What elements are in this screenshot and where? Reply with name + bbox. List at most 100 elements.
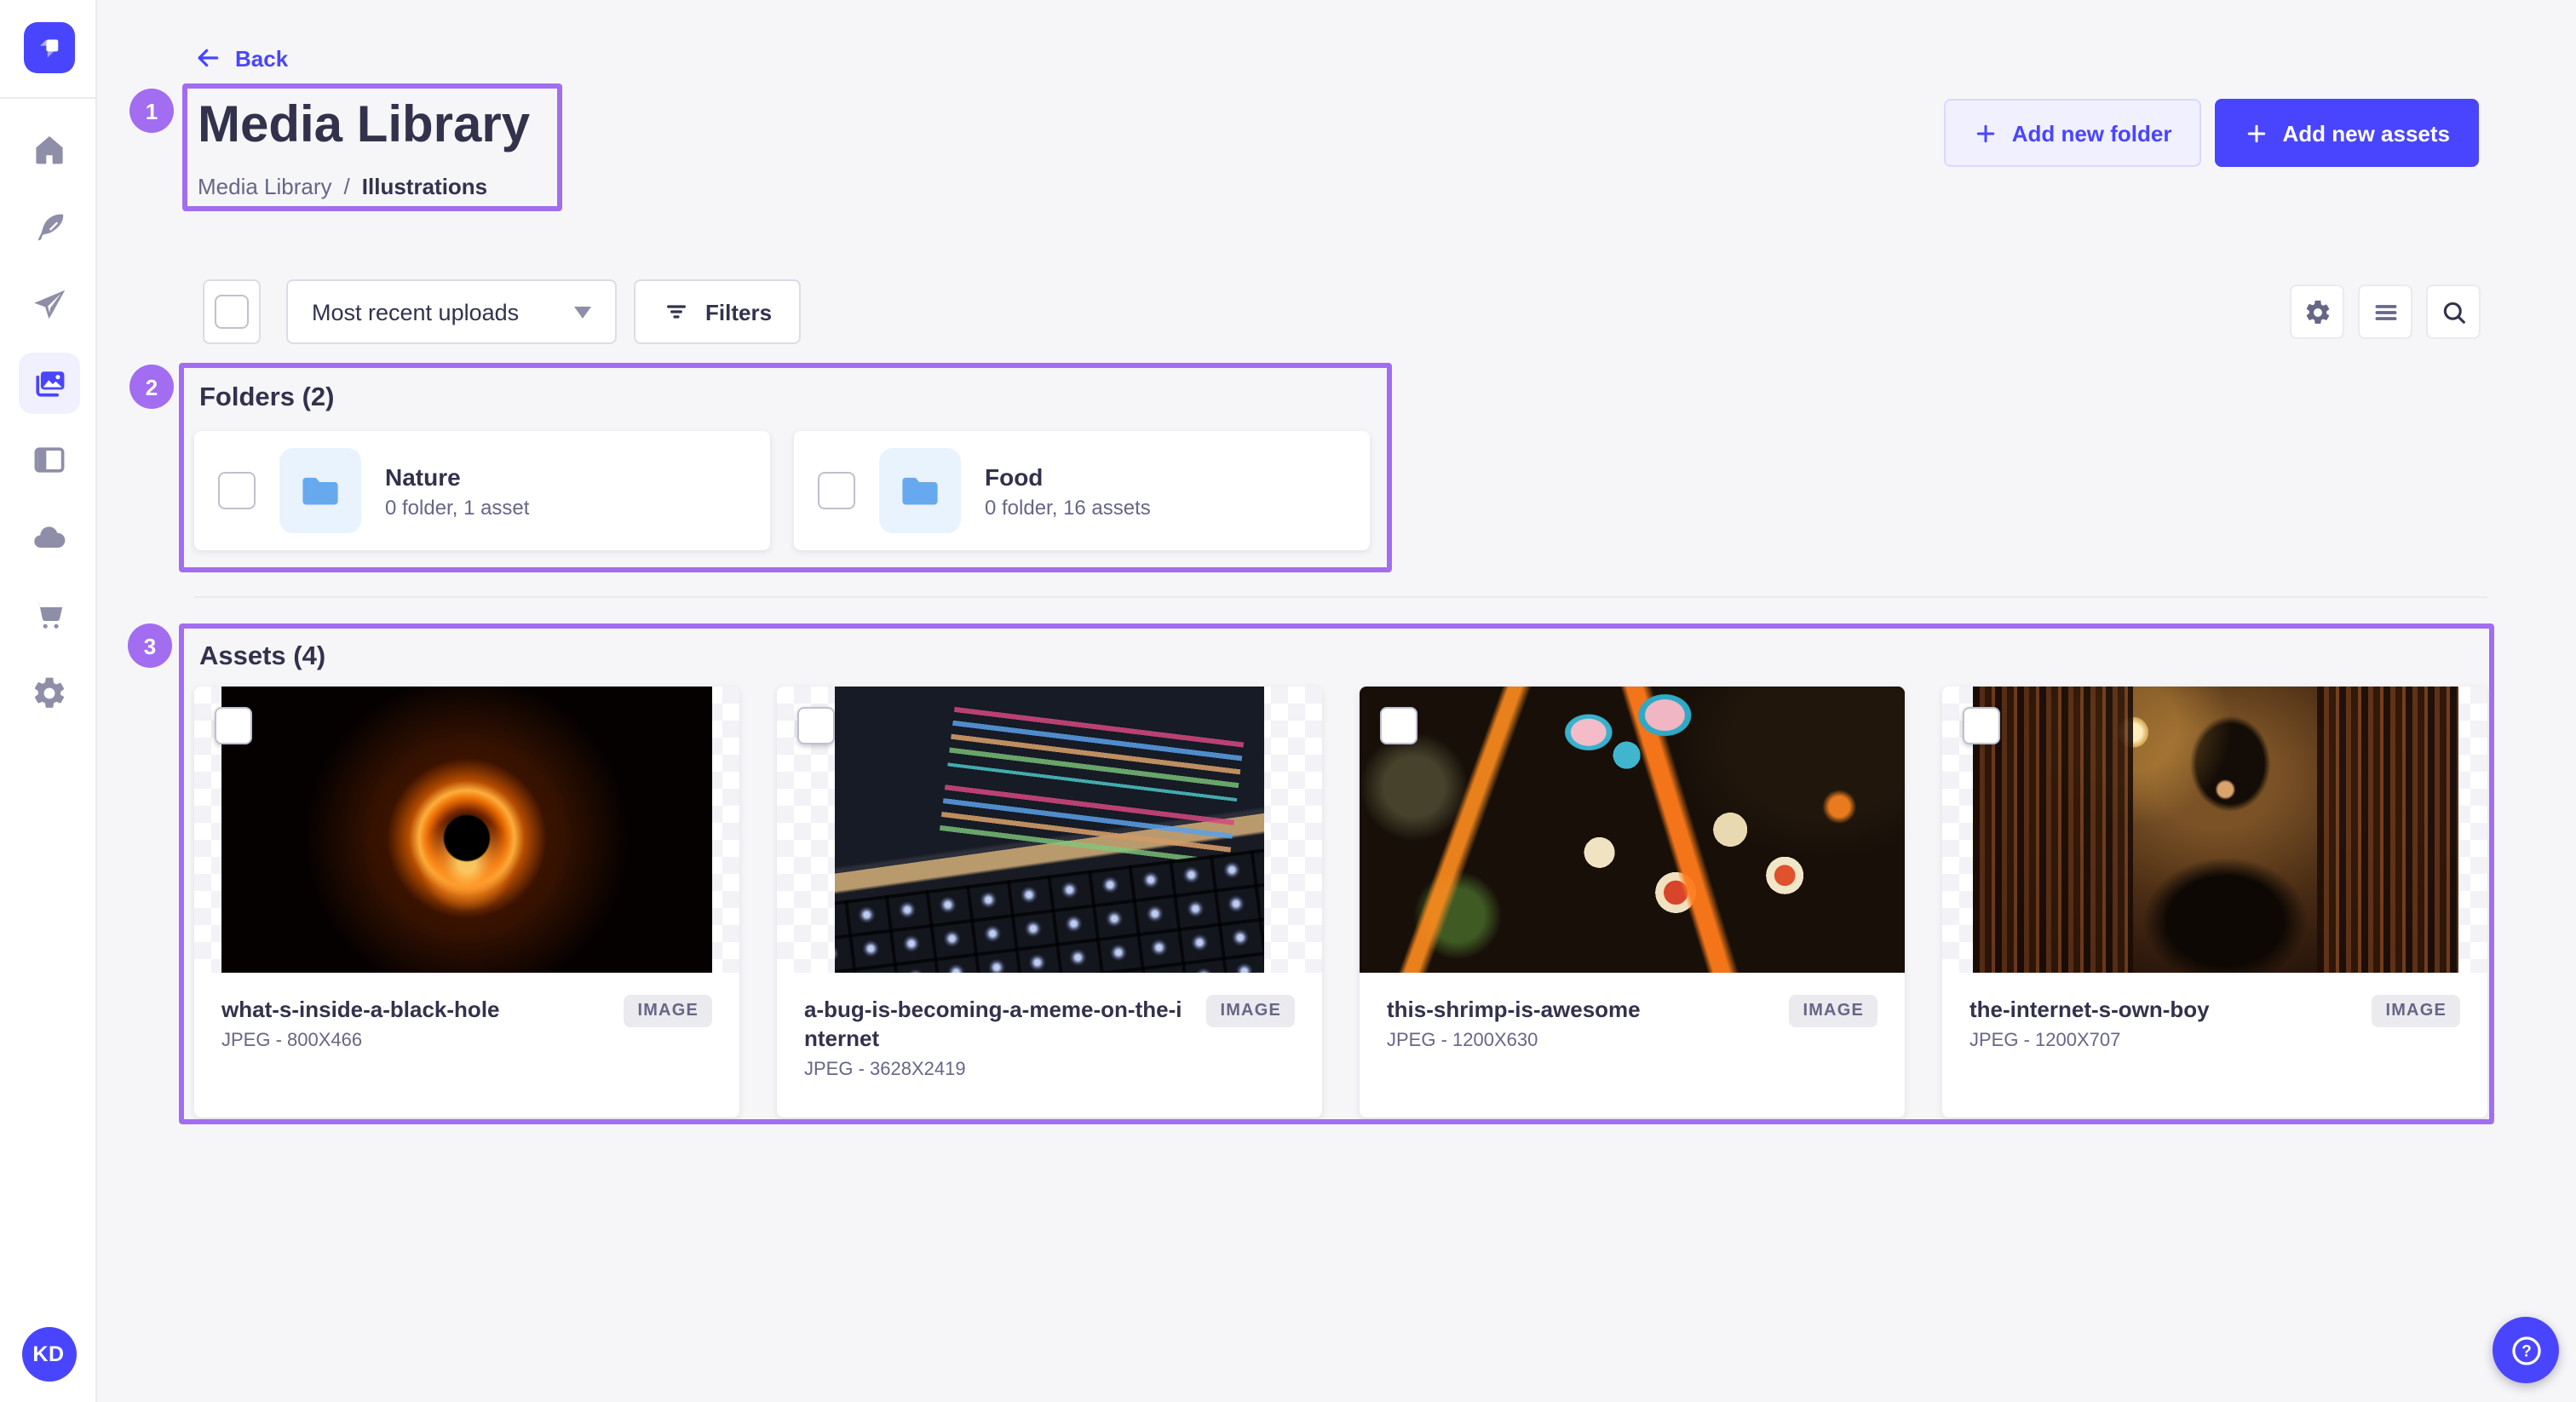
sort-select[interactable]: Most recent uploads <box>286 279 617 344</box>
asset-type-badge: IMAGE <box>1206 995 1295 1027</box>
breadcrumb: Media Library / Illustrations <box>198 174 487 199</box>
sidebar-item-settings[interactable] <box>18 662 79 723</box>
help-button[interactable]: ? <box>2493 1317 2559 1383</box>
list-icon <box>2371 297 2400 326</box>
cart-icon <box>30 596 67 634</box>
asset-thumbnail-library <box>1972 687 2458 973</box>
media-library-page: KD Back 1 Media Library Media Library / … <box>0 0 2576 1402</box>
back-arrow-icon <box>194 44 221 72</box>
folders-heading: Folders (2) <box>199 383 334 414</box>
back-label: Back <box>235 45 288 71</box>
filters-button[interactable]: Filters <box>634 279 801 344</box>
folder-name: Food <box>985 463 1151 490</box>
folder-icon <box>898 468 942 513</box>
assets-heading: Assets (4) <box>199 642 325 673</box>
breadcrumb-current: Illustrations <box>362 174 487 199</box>
chevron-down-icon <box>574 306 591 318</box>
asset-title: a-bug-is-becoming-a-meme-on-the-internet <box>804 995 1189 1053</box>
asset-title: the-internet-s-own-boy <box>1969 995 2355 1024</box>
filter-icon <box>663 298 690 325</box>
asset-meta: JPEG - 1200X707 <box>1969 1031 2355 1051</box>
asset-thumbnail-area <box>1360 687 1905 973</box>
sidebar-item-releases[interactable] <box>18 274 79 336</box>
list-view-button[interactable] <box>2358 284 2412 339</box>
back-link[interactable]: Back <box>194 44 288 72</box>
breadcrumb-separator: / <box>344 174 350 199</box>
asset-type-badge: IMAGE <box>1789 995 1877 1027</box>
header-actions: Add new folder Add new assets <box>1944 99 2479 167</box>
question-mark-icon: ? <box>2507 1331 2544 1369</box>
folder-tile <box>279 448 361 533</box>
folder-card-nature[interactable]: Nature 0 folder, 1 asset <box>194 431 770 550</box>
asset-title: this-shrimp-is-awesome <box>1387 995 1772 1024</box>
layout-icon <box>30 441 67 479</box>
asset-meta: JPEG - 3628X2419 <box>804 1060 1189 1080</box>
sidebar-item-home[interactable] <box>18 119 79 181</box>
sidebar-item-marketplace[interactable] <box>18 584 79 646</box>
add-new-folder-label: Add new folder <box>2012 120 2172 146</box>
search-button[interactable] <box>2426 284 2481 339</box>
asset-thumbnail-shrimp <box>1360 687 1905 973</box>
page-title: Media Library <box>198 97 530 155</box>
folder-icon <box>298 468 342 513</box>
asset-card-bug-meme[interactable]: a-bug-is-becoming-a-meme-on-the-internet… <box>777 687 1322 1118</box>
sidebar-nav <box>18 119 79 723</box>
add-new-assets-label: Add new assets <box>2282 120 2450 146</box>
sidebar: KD <box>0 0 97 1402</box>
asset-thumbnail-area <box>777 687 1322 973</box>
folder-text: Food 0 folder, 16 assets <box>985 463 1151 519</box>
annotation-step-3: 3 <box>128 623 172 668</box>
folder-checkbox[interactable] <box>818 472 855 509</box>
asset-card-internet-own-boy[interactable]: the-internet-s-own-boy JPEG - 1200X707 I… <box>1942 687 2487 1118</box>
paper-plane-icon <box>30 286 67 324</box>
sidebar-item-media-library[interactable] <box>18 352 79 413</box>
view-settings-button[interactable] <box>2290 284 2344 339</box>
folder-meta: 0 folder, 16 assets <box>985 495 1151 519</box>
asset-info: the-internet-s-own-boy JPEG - 1200X707 I… <box>1942 973 2487 1051</box>
folder-text: Nature 0 folder, 1 asset <box>385 463 529 519</box>
sidebar-item-content-builder[interactable] <box>18 197 79 258</box>
media-library-icon <box>30 364 67 401</box>
plus-icon <box>1973 120 1998 146</box>
asset-title: what-s-inside-a-black-hole <box>221 995 607 1024</box>
asset-text: this-shrimp-is-awesome JPEG - 1200X630 <box>1387 995 1772 1051</box>
asset-thumbnail-area <box>1942 687 2487 973</box>
sidebar-divider <box>0 97 95 99</box>
user-avatar[interactable]: KD <box>21 1327 76 1382</box>
home-icon <box>30 131 67 169</box>
asset-checkbox[interactable] <box>797 707 835 744</box>
asset-card-shrimp[interactable]: this-shrimp-is-awesome JPEG - 1200X630 I… <box>1360 687 1905 1118</box>
sidebar-item-layout[interactable] <box>18 429 79 491</box>
gear-icon <box>30 674 67 711</box>
breadcrumb-parent[interactable]: Media Library <box>198 174 332 199</box>
asset-thumbnail-area <box>194 687 739 973</box>
folder-card-food[interactable]: Food 0 folder, 16 assets <box>794 431 1370 550</box>
feather-icon <box>30 209 67 246</box>
annotation-step-1: 1 <box>129 89 174 133</box>
folder-meta: 0 folder, 1 asset <box>385 495 529 519</box>
asset-text: the-internet-s-own-boy JPEG - 1200X707 <box>1969 995 2355 1051</box>
folder-tile <box>879 448 961 533</box>
asset-info: what-s-inside-a-black-hole JPEG - 800X46… <box>194 973 739 1051</box>
asset-checkbox[interactable] <box>1380 707 1417 744</box>
asset-checkbox[interactable] <box>215 707 252 744</box>
asset-meta: JPEG - 800X466 <box>221 1031 607 1051</box>
asset-meta: JPEG - 1200X630 <box>1387 1031 1772 1051</box>
cloud-icon <box>30 519 67 556</box>
select-all-checkbox[interactable] <box>215 295 249 329</box>
sidebar-item-cloud[interactable] <box>18 507 79 568</box>
asset-checkbox[interactable] <box>1963 707 2000 744</box>
folder-checkbox[interactable] <box>218 472 256 509</box>
select-all-card <box>203 279 261 344</box>
gear-icon <box>2303 297 2332 326</box>
strapi-logo[interactable] <box>24 22 75 73</box>
asset-thumbnail-black-hole <box>221 687 712 973</box>
asset-thumbnail-code-laptop <box>835 687 1264 973</box>
asset-type-badge: IMAGE <box>2372 995 2460 1027</box>
add-new-folder-button[interactable]: Add new folder <box>1944 99 2201 167</box>
add-new-assets-button[interactable]: Add new assets <box>2214 99 2479 167</box>
svg-text:?: ? <box>2521 1342 2531 1360</box>
asset-text: a-bug-is-becoming-a-meme-on-the-internet… <box>804 995 1189 1080</box>
asset-card-black-hole[interactable]: what-s-inside-a-black-hole JPEG - 800X46… <box>194 687 739 1118</box>
folder-name: Nature <box>385 463 529 490</box>
